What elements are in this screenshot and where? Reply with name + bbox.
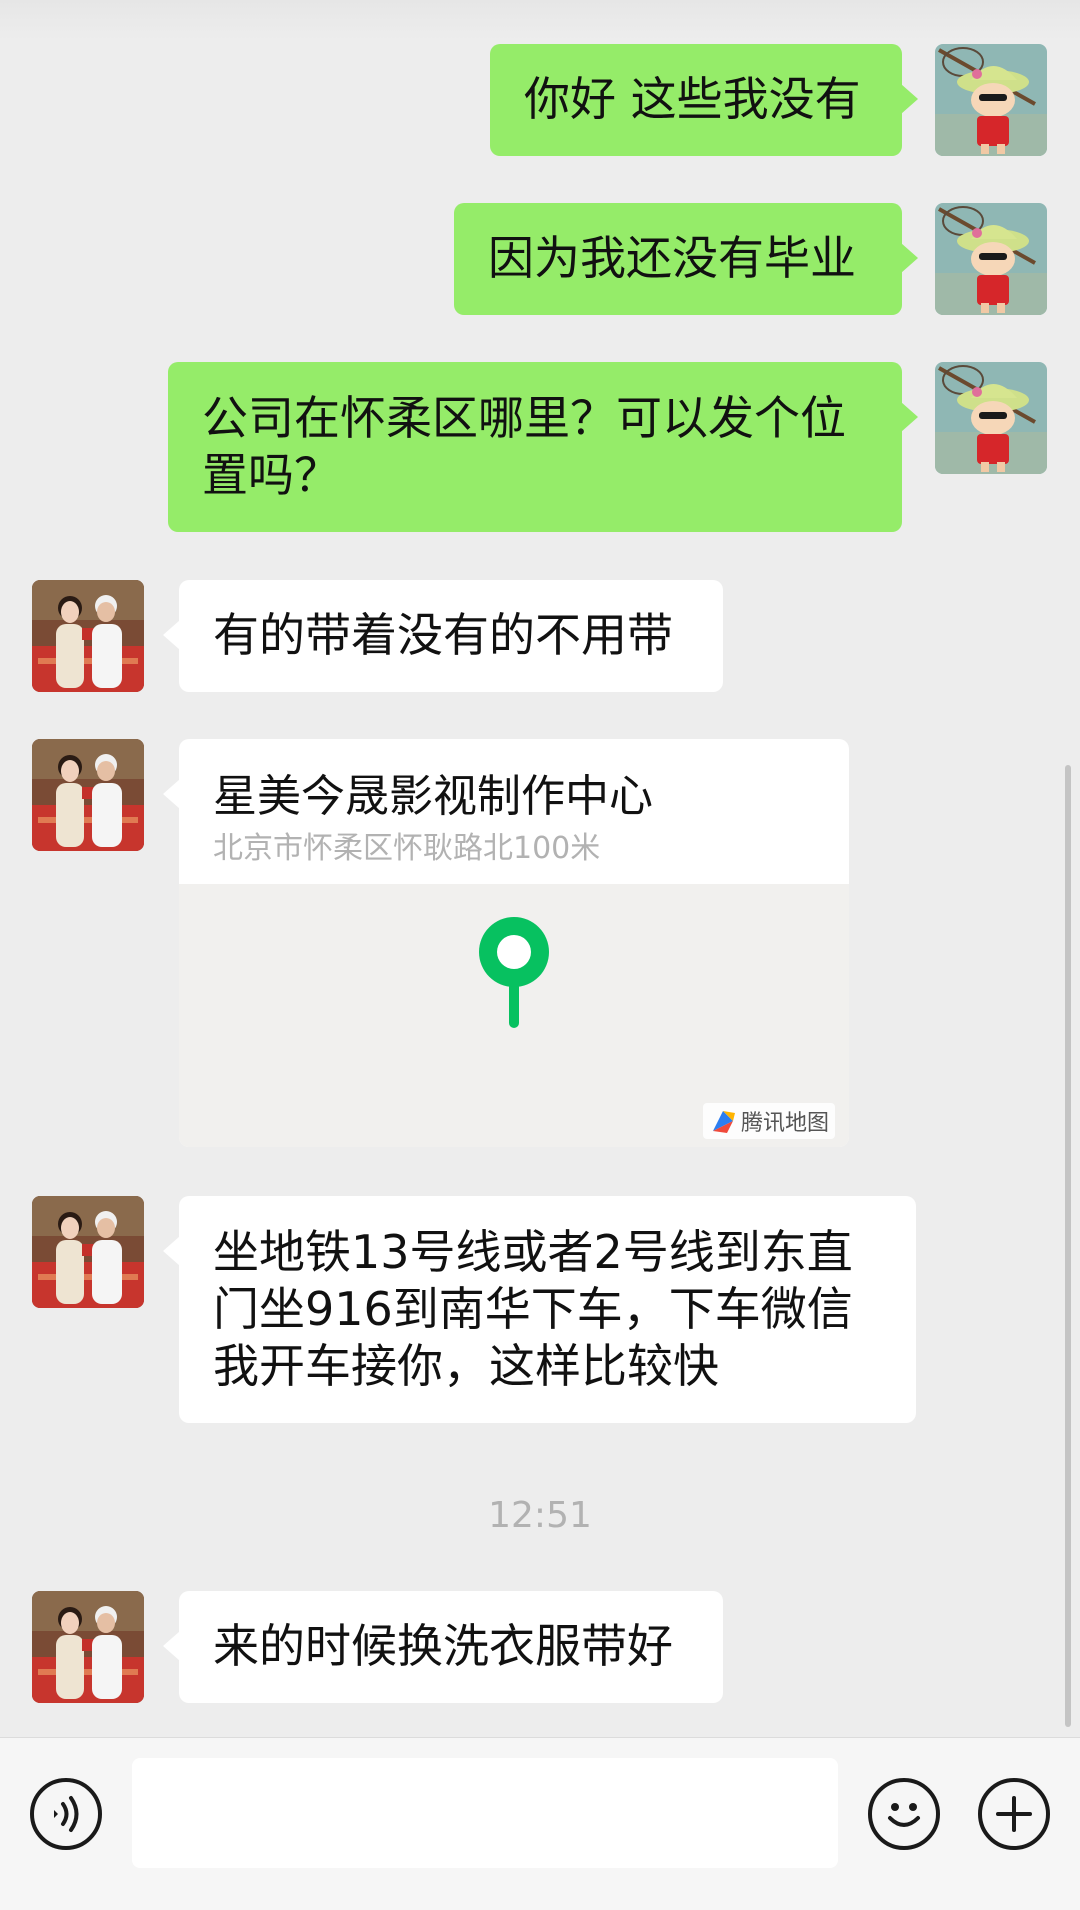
- message-text: 你好 这些我没有: [524, 72, 861, 126]
- map-brand-text: 腾讯地图: [740, 1111, 829, 1136]
- message-bubble-sent[interactable]: 因为我还没有毕业: [454, 203, 918, 315]
- message-bubble-received[interactable]: 来的时候换洗衣服带好: [163, 1591, 723, 1703]
- location-map-preview[interactable]: 腾讯地图: [179, 884, 849, 1147]
- emoji-button[interactable]: [868, 1778, 940, 1850]
- map-pin-icon: [479, 917, 549, 1028]
- avatar-image: [32, 739, 144, 851]
- map-brand-badge: 腾讯地图: [702, 1103, 835, 1139]
- contact-avatar[interactable]: [32, 1196, 144, 1308]
- location-name: 星美今晟影视制作中心: [213, 771, 653, 822]
- chat-scrollbar[interactable]: [1065, 765, 1071, 1727]
- time-divider: 12:51: [488, 1495, 592, 1536]
- message-bubble-sent[interactable]: 公司在怀柔区哪里？可以发个位置吗？: [168, 362, 918, 532]
- message-text: 坐地铁13号线或者2号线到东直门坐916到南华下车，下车微信我开车接你，这样比较…: [213, 1225, 853, 1393]
- avatar-image: [32, 1196, 144, 1308]
- plus-icon: [996, 1796, 1032, 1832]
- more-button[interactable]: [978, 1778, 1050, 1850]
- my-avatar[interactable]: [935, 203, 1047, 315]
- message-text: 因为我还没有毕业: [488, 231, 856, 285]
- contact-avatar[interactable]: [32, 580, 144, 692]
- top-shade: [0, 0, 1080, 40]
- chat-input-bar: [0, 1737, 1080, 1910]
- voice-button[interactable]: [30, 1778, 102, 1850]
- my-avatar[interactable]: [935, 44, 1047, 156]
- location-message-card[interactable]: 星美今晟影视制作中心 北京市怀柔区怀耿路北100米 腾讯地图: [163, 739, 849, 1147]
- avatar-image: [935, 44, 1047, 156]
- avatar-image: [32, 1591, 144, 1703]
- location-address: 北京市怀柔区怀耿路北100米: [213, 831, 601, 866]
- contact-avatar[interactable]: [32, 1591, 144, 1703]
- my-avatar[interactable]: [935, 362, 1047, 474]
- tencent-map-logo-icon: [712, 1111, 735, 1133]
- message-text: 有的带着没有的不用带: [213, 608, 673, 662]
- message-bubble-received[interactable]: 坐地铁13号线或者2号线到东直门坐916到南华下车，下车微信我开车接你，这样比较…: [163, 1196, 916, 1423]
- avatar-image: [935, 362, 1047, 474]
- message-input[interactable]: [132, 1758, 838, 1868]
- message-text: 来的时候换洗衣服带好: [213, 1619, 673, 1673]
- emoji-icon: [888, 1803, 920, 1827]
- message-bubble-sent[interactable]: 你好 这些我没有: [490, 44, 918, 156]
- voice-icon: [54, 1796, 79, 1832]
- message-text: 公司在怀柔区哪里？可以发个位置吗？: [202, 391, 846, 502]
- contact-avatar[interactable]: [32, 739, 144, 851]
- message-bubble-received[interactable]: 有的带着没有的不用带: [163, 580, 723, 692]
- avatar-image: [935, 203, 1047, 315]
- avatar-image: [32, 580, 144, 692]
